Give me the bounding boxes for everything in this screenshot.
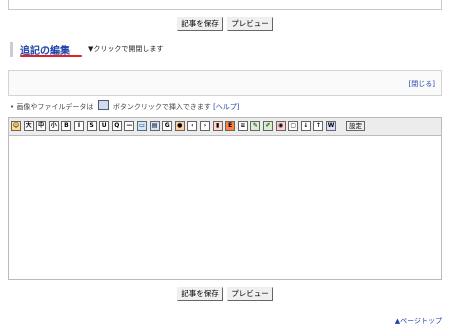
align-left-icon[interactable]: ‹ xyxy=(187,121,198,131)
bold-icon[interactable]: B xyxy=(61,121,72,131)
preview-button[interactable]: プレビュー xyxy=(227,17,273,31)
font-large-icon[interactable]: 大 xyxy=(23,121,34,131)
picture-icon xyxy=(97,100,109,110)
toggle-panel: [閉じる] xyxy=(8,70,442,96)
previous-panel-bottom xyxy=(8,0,442,10)
underline-icon[interactable]: U xyxy=(99,121,110,131)
save-article-button-bottom[interactable]: 記事を保存 xyxy=(177,287,223,301)
italic-icon[interactable]: I xyxy=(74,121,84,131)
google-icon[interactable]: G xyxy=(162,121,173,131)
trash-icon[interactable]: ▮ xyxy=(212,121,223,131)
preview-button-bottom[interactable]: プレビュー xyxy=(227,287,273,301)
pencil-icon[interactable]: ✐ xyxy=(263,121,273,131)
emoji-icon[interactable]: ☺ xyxy=(11,121,21,131)
list-icon[interactable]: ≡ xyxy=(237,121,248,131)
font-small-icon[interactable]: 小 xyxy=(48,121,59,131)
font-medium-icon[interactable]: 中 xyxy=(36,121,47,131)
help-link[interactable]: [ヘルプ] xyxy=(213,103,239,111)
title-underline xyxy=(20,55,82,57)
note-text-before: 画像やファイルデータは xyxy=(16,103,94,111)
camera-icon[interactable]: ◉ xyxy=(275,121,286,131)
editor-toolbar: 設定 ☺ 大中小 B I S U Q — ▭ ▤ G ● ‹ › ▮ E ≡ ✎ ✐ ◉ ▢ ↓ ↑ W xyxy=(9,118,441,136)
top-button-row: 記事を保存 プレビュー xyxy=(0,17,450,31)
note-icon[interactable]: ✎ xyxy=(250,121,261,131)
note-bullet: • xyxy=(10,103,15,111)
user-icon[interactable]: ● xyxy=(174,121,185,131)
toggle-hint: ▼クリックで開閉します xyxy=(88,45,164,53)
note-text-after: ボタンクリックで挿入できます xyxy=(112,103,211,111)
settings-button[interactable]: 設定 xyxy=(346,121,365,131)
up-icon[interactable]: ↑ xyxy=(313,121,324,131)
wikipedia-icon[interactable]: W xyxy=(326,121,336,131)
down-icon[interactable]: ↓ xyxy=(300,121,311,131)
save-article-button[interactable]: 記事を保存 xyxy=(177,17,223,31)
editor: 設定 ☺ 大中小 B I S U Q — ▭ ▤ G ● ‹ › ▮ E ≡ ✎ ✐ ◉ ▢ ↓ ↑ W xyxy=(8,117,442,280)
image-icon[interactable]: ▭ xyxy=(137,121,147,131)
box-icon[interactable]: ▢ xyxy=(288,121,299,131)
close-link[interactable]: [閉じる] xyxy=(409,79,435,89)
insert-note: • 画像やファイルデータは ボタンクリックで挿入できます [ヘルプ] xyxy=(10,100,240,112)
extended-body-textarea[interactable] xyxy=(9,136,441,279)
e-icon[interactable]: E xyxy=(225,121,236,131)
header-accent-bar xyxy=(10,42,13,57)
bottom-button-row: 記事を保存 プレビュー xyxy=(0,287,450,301)
file-icon[interactable]: ▤ xyxy=(149,121,160,131)
extended-edit-header[interactable]: 追記の編集 ▼クリックで開閉します xyxy=(10,39,440,59)
quote-icon[interactable]: Q xyxy=(111,121,122,131)
page-top-link[interactable]: ▲ページトップ xyxy=(395,316,442,326)
hr-icon[interactable]: — xyxy=(124,121,135,131)
align-right-icon[interactable]: › xyxy=(200,121,210,131)
strike-icon[interactable]: S xyxy=(86,121,97,131)
